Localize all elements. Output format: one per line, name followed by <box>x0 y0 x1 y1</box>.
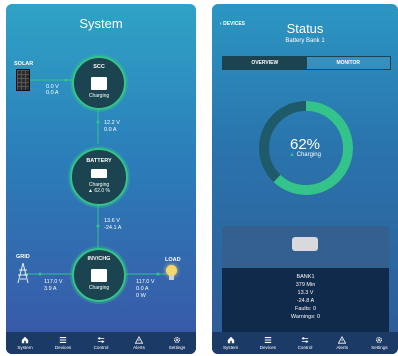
battery-node[interactable]: BATTERY Charging ▲ 62.0 % <box>70 148 128 206</box>
device-voltage: 13.3 V <box>297 290 314 296</box>
gauge-value: 62% <box>289 136 321 153</box>
segmented-control: OVERVIEW MONITOR <box>222 56 391 70</box>
load-label: LOAD <box>165 257 181 263</box>
inverter-node[interactable]: INV/CHG Charging <box>72 248 126 302</box>
gauge-state-text: Charging <box>296 152 321 158</box>
sliders-icon <box>301 337 309 343</box>
home-icon <box>21 336 29 344</box>
tab-alerts[interactable]: Alerts <box>120 332 158 354</box>
tab-devices[interactable]: Devices <box>249 332 286 354</box>
charging-arrow-icon: ▲ <box>289 152 297 158</box>
scc-label: SCC <box>93 64 105 70</box>
tab-label: Devices <box>259 345 276 350</box>
scc-node[interactable]: SCC Charging <box>72 56 126 110</box>
tab-bar: System Devices Control Alerts Settings <box>212 332 398 354</box>
tab-settings[interactable]: Settings <box>158 332 196 354</box>
tab-monitor[interactable]: MONITOR <box>306 57 390 69</box>
alert-icon <box>338 336 347 344</box>
load-power: 0 W <box>136 293 146 299</box>
grid-current: 3.9 A <box>44 286 57 292</box>
solar-panel-icon[interactable] <box>16 69 30 91</box>
home-icon <box>227 336 234 344</box>
battery-inv-current: -24.1 A <box>104 225 122 231</box>
tab-label: Alerts <box>336 345 349 350</box>
battery-percent-value: 62.0 % <box>94 188 110 194</box>
page-title: Status <box>286 21 324 36</box>
solar-label: SOLAR <box>14 61 34 67</box>
battery-inv-voltage: 13.6 V <box>104 218 120 224</box>
device-current: -24.8 A <box>296 298 315 304</box>
list-icon <box>59 337 67 343</box>
gear-icon <box>376 336 383 344</box>
inverter-label: INV/CHG <box>87 256 111 262</box>
battery-device-icon <box>292 237 318 251</box>
lightbulb-base <box>169 275 174 280</box>
scc-battery-voltage: 12.2 V <box>104 120 120 126</box>
device-faults: Faults: 0 <box>294 306 317 312</box>
alert-icon <box>135 336 143 344</box>
inverter-device-icon <box>91 269 107 282</box>
page-subtitle: Battery Bank 1 <box>285 38 325 44</box>
scc-battery-current: 0.0 A <box>104 127 117 133</box>
tab-alerts[interactable]: Alerts <box>324 332 361 354</box>
tab-label: Control <box>93 345 109 350</box>
device-time: 379 Min <box>295 282 316 288</box>
tab-system[interactable]: System <box>6 332 44 354</box>
tab-settings[interactable]: Settings <box>361 332 398 354</box>
load-current: 0.0 A <box>136 286 149 292</box>
tab-label: Devices <box>54 345 72 350</box>
scc-device-icon <box>91 77 107 90</box>
tab-control[interactable]: Control <box>82 332 120 354</box>
sliders-icon <box>97 337 105 343</box>
battery-percent: ▲ 62.0 % <box>72 188 126 194</box>
system-screen: System SOLAR 0.0 V 0.0 A SCC Charging 12… <box>6 4 196 354</box>
tab-overview[interactable]: OVERVIEW <box>223 57 307 69</box>
inverter-state: Charging <box>88 285 110 291</box>
tab-label: System <box>17 345 33 350</box>
tab-label: Alerts <box>133 345 145 350</box>
tab-label: Control <box>297 345 313 350</box>
grid-voltage: 117.0 V <box>44 279 63 285</box>
device-details: BANK1 379 Min 13.3 V -24.8 A Faults: 0 W… <box>222 268 389 332</box>
tab-label: Settings <box>371 345 388 350</box>
status-screen: ‹ DEVICES Status Battery Bank 1 OVERVIEW… <box>212 4 398 354</box>
battery-icon <box>91 169 107 178</box>
tab-system[interactable]: System <box>212 332 249 354</box>
battery-label: BATTERY <box>86 158 112 164</box>
tab-bar: System Devices Control Alerts Settings <box>6 332 196 354</box>
load-voltage: 117.0 V <box>136 279 155 285</box>
solar-current: 0.0 A <box>46 90 59 96</box>
tab-control[interactable]: Control <box>286 332 323 354</box>
grid-label: GRID <box>16 254 30 260</box>
scc-state: Charging <box>88 93 110 99</box>
device-warnings: Warnings: 0 <box>290 314 321 320</box>
device-name: BANK1 <box>296 274 315 280</box>
list-icon <box>264 337 271 343</box>
gauge-state: ▲ Charging <box>212 152 398 158</box>
gear-icon <box>173 336 181 344</box>
tab-label: System <box>222 345 239 350</box>
power-tower-icon[interactable] <box>16 262 30 284</box>
tab-devices[interactable]: Devices <box>44 332 82 354</box>
tab-label: Settings <box>168 345 186 350</box>
